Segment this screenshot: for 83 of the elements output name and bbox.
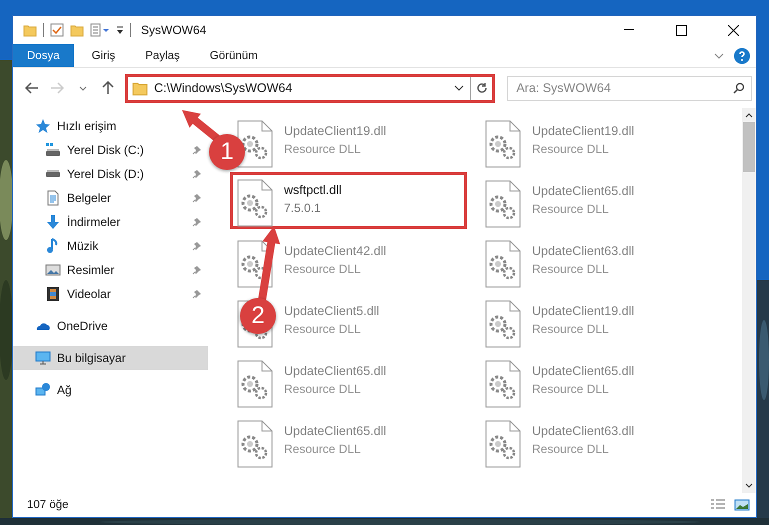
dll-file-icon [484, 360, 522, 408]
drive-icon [45, 142, 61, 158]
large-icons-view-icon[interactable] [734, 498, 750, 512]
ribbon-tab[interactable]: Dosya [13, 44, 74, 67]
sidebar-item[interactable]: Yerel Disk (D:) [13, 162, 208, 186]
folder-icon [132, 80, 148, 96]
chevron-down-icon [454, 85, 464, 91]
address-field[interactable]: C:\Windows\SysWOW64 [125, 74, 496, 102]
file-detail: Resource DLL [284, 262, 362, 276]
file-name[interactable]: UpdateClient65.dll [284, 424, 386, 438]
file-name[interactable]: UpdateClient19.dll [532, 304, 634, 318]
search-icon [733, 82, 745, 94]
picture-icon [45, 262, 61, 278]
close-icon [728, 24, 738, 36]
file-name[interactable]: UpdateClient63.dll [532, 244, 634, 258]
star-icon [35, 118, 51, 134]
maximize-icon [676, 24, 686, 36]
folder-icon [23, 23, 37, 37]
film-icon [45, 286, 61, 302]
monitor-icon [35, 350, 51, 366]
minimize-icon [624, 29, 634, 31]
file-name[interactable]: wsftpctl.dll [284, 183, 342, 197]
sidebar-item[interactable]: İndirmeler [13, 210, 208, 234]
sidebar-item[interactable]: Müzik [13, 234, 208, 258]
file-detail: Resource DLL [284, 142, 362, 156]
scrollbar-thumb[interactable] [743, 122, 755, 172]
drive-icon [45, 170, 61, 178]
dll-file-icon [484, 240, 522, 288]
file-name[interactable]: UpdateClient5.dll [284, 304, 380, 318]
file-detail: Resource DLL [284, 382, 362, 396]
file-name[interactable]: UpdateClient65.dll [284, 364, 386, 378]
dll-file-icon [236, 360, 274, 408]
ribbon-tab[interactable]: Paylaş [133, 44, 192, 67]
dropdown-icon[interactable] [116, 25, 124, 35]
file-name[interactable]: UpdateClient63.dll [532, 424, 634, 438]
sidebar-item[interactable]: Hızlı erişim [13, 114, 208, 138]
dll-file-icon [236, 120, 274, 168]
search-field[interactable]: Ara: SysWOW64 [507, 76, 752, 100]
arrow-left-icon [24, 82, 39, 94]
file-name[interactable]: UpdateClient65.dll [532, 184, 634, 198]
sidebar-item[interactable]: Bu bilgisayar [13, 346, 208, 370]
dll-file-icon [484, 300, 522, 348]
window-title: SysWOW64 [141, 23, 208, 37]
file-detail: Resource DLL [532, 442, 610, 456]
ribbon-tab[interactable]: Görünüm [198, 44, 270, 67]
properties-icon[interactable] [90, 23, 110, 37]
download-icon [45, 214, 61, 230]
file-name[interactable]: UpdateClient19.dll [284, 124, 386, 138]
file-detail: Resource DLL [532, 202, 610, 216]
sidebar-item[interactable]: Belgeler [13, 186, 208, 210]
file-name[interactable]: UpdateClient65.dll [532, 364, 634, 378]
file-detail: Resource DLL [532, 142, 610, 156]
file-detail: 7.5.0.1 [284, 201, 322, 215]
file-item[interactable]: wsftpctl.dll 7.5.0.1 [230, 172, 467, 229]
checklist-icon[interactable] [50, 23, 64, 37]
item-count: 107 öğe [27, 499, 70, 511]
sidebar-item[interactable]: OneDrive [13, 314, 208, 338]
file-detail: Resource DLL [284, 442, 362, 456]
file-detail: Resource DLL [532, 262, 610, 276]
file-name[interactable]: UpdateClient42.dll [284, 244, 386, 258]
sidebar-item[interactable]: Ağ [13, 378, 208, 402]
sidebar-item[interactable]: Yerel Disk (C:) [13, 138, 208, 162]
dll-file-icon [236, 420, 274, 468]
file-detail: Resource DLL [532, 382, 610, 396]
help-icon[interactable] [734, 48, 750, 64]
dll-file-icon [484, 120, 522, 168]
dll-file-icon [484, 420, 522, 468]
folder-icon [70, 23, 84, 37]
chevron-down-icon [78, 86, 87, 90]
refresh-icon [476, 82, 488, 94]
arrow-right-icon [50, 82, 64, 94]
dll-file-icon [236, 179, 274, 227]
arrow-up-icon [102, 81, 114, 95]
document-icon [45, 190, 61, 206]
dll-file-icon [484, 180, 522, 228]
sidebar-item[interactable]: Resimler [13, 258, 208, 282]
sidebar-item[interactable]: Videolar [13, 282, 208, 306]
file-detail: Resource DLL [284, 322, 362, 336]
file-detail: Resource DLL [532, 322, 610, 336]
network-icon [35, 382, 51, 398]
file-name[interactable]: UpdateClient19.dll [532, 124, 634, 138]
scrollbar[interactable] [742, 108, 756, 493]
ribbon-tab[interactable]: Giriş [80, 44, 128, 67]
